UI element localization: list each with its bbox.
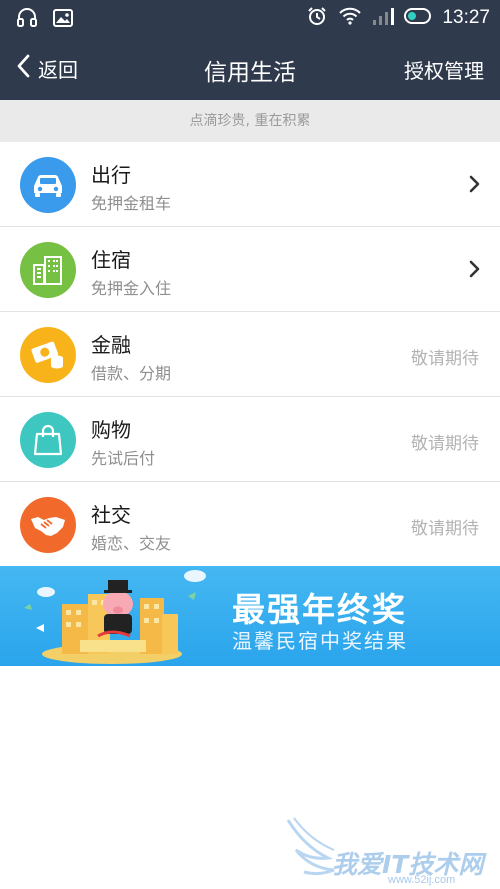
item-title: 出行 (91, 163, 131, 187)
battery-icon (404, 7, 432, 29)
list-item-finance[interactable]: 金融 借款、分期 敬请期待 (0, 312, 500, 397)
coming-soon-label: 敬请期待 (411, 349, 479, 369)
banner-title: 最强年终奖 (232, 590, 407, 629)
item-title: 社交 (91, 503, 131, 527)
item-subtitle: 免押金租车 (91, 194, 172, 213)
shopping-bag-icon (20, 412, 76, 468)
list-item-shopping[interactable]: 购物 先试后付 敬请期待 (0, 397, 500, 482)
building-icon (20, 242, 76, 298)
wifi-icon (338, 6, 362, 30)
item-subtitle: 先试后付 (91, 449, 156, 468)
item-title: 金融 (91, 333, 131, 357)
item-subtitle: 婚恋、交友 (91, 534, 172, 553)
item-subtitle: 免押金入住 (91, 279, 172, 298)
car-icon (20, 157, 76, 213)
authorization-management-button[interactable]: 授权管理 (404, 55, 484, 84)
item-title: 购物 (91, 418, 131, 442)
handshake-icon (20, 497, 76, 553)
nav-bar: 返回 信用生活 授权管理 (0, 36, 500, 100)
status-bar: 13:27 (0, 0, 500, 36)
item-title: 住宿 (91, 248, 131, 272)
back-label: 返回 (38, 57, 78, 82)
site-watermark: 我爱IT技术网 www.52ij.com (284, 808, 500, 889)
clock-time: 13:27 (442, 7, 490, 28)
item-subtitle: 借款、分期 (91, 364, 172, 383)
alarm-icon (306, 5, 328, 31)
credit-service-list: 出行 免押金租车 住宿 免押金入住 金融 借款、分期 敬请期待 购物 先试后付 … (0, 142, 500, 567)
headset-notification-icon (16, 7, 38, 33)
promo-banner[interactable]: 最强年终奖 温馨民宿中奖结果 (0, 566, 500, 666)
back-button[interactable]: 返回 (16, 52, 78, 84)
signal-icon (372, 6, 395, 30)
tagline: 点滴珍贵, 重在积累 (0, 100, 500, 142)
image-notification-icon (52, 7, 74, 33)
banner-subtitle: 温馨民宿中奖结果 (232, 629, 408, 653)
chevron-left-icon (16, 54, 30, 82)
banner-illustration (24, 570, 206, 664)
list-item-lodging[interactable]: 住宿 免押金入住 (0, 227, 500, 312)
coming-soon-label: 敬请期待 (411, 434, 479, 454)
watermark-url: www.52ij.com (388, 874, 456, 886)
money-icon (20, 327, 76, 383)
list-item-social[interactable]: 社交 婚恋、交友 敬请期待 (0, 482, 500, 567)
list-item-travel[interactable]: 出行 免押金租车 (0, 142, 500, 227)
chevron-right-icon (469, 175, 480, 197)
coming-soon-label: 敬请期待 (411, 519, 479, 539)
chevron-right-icon (469, 260, 480, 282)
